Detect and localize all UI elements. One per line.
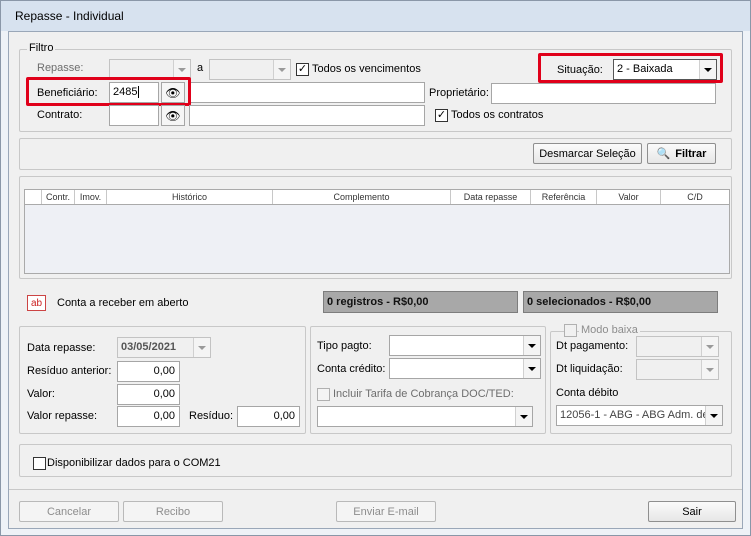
chevron-down-icon (273, 60, 290, 79)
sair-button[interactable]: Sair (648, 501, 736, 522)
beneficiario-name-input[interactable] (189, 82, 425, 103)
repasse-from-select[interactable] (109, 59, 191, 80)
ab-icon: ab (27, 295, 46, 311)
enviar-email-button[interactable]: Enviar E-mail (336, 501, 436, 522)
dt-pagamento-label: Dt pagamento: (556, 340, 629, 352)
window-title: Repasse - Individual (15, 9, 124, 23)
filtro-legend: Filtro (27, 42, 56, 54)
chevron-down-icon (523, 336, 540, 355)
a-label: a (197, 62, 204, 74)
situacao-select[interactable]: 2 - Baixada (613, 59, 717, 80)
todos-vencimentos-checkbox[interactable]: ✓ (296, 63, 309, 76)
col-select[interactable] (25, 190, 42, 204)
recibo-button[interactable]: Recibo (123, 501, 223, 522)
todos-vencimentos-label: Todos os vencimentos (312, 63, 421, 75)
chevron-down-icon (523, 359, 540, 378)
chevron-down-icon (699, 60, 716, 79)
registros-status: 0 registros - R$0,00 (323, 291, 518, 313)
conta-debito-label: Conta débito (556, 387, 619, 399)
modo-baixa-label: Modo baixa (579, 324, 640, 336)
cancelar-button[interactable]: Cancelar (19, 501, 119, 522)
col-valor[interactable]: Valor (597, 190, 661, 204)
filtrar-label: Filtrar (675, 147, 707, 160)
col-historico[interactable]: Histórico (107, 190, 273, 204)
contrato-label: Contrato: (37, 109, 83, 121)
col-cd[interactable]: C/D (661, 190, 729, 204)
residuo-input[interactable]: 0,00 (237, 406, 300, 427)
residuo-label: Resíduo: (189, 410, 234, 422)
col-data-repasse[interactable]: Data repasse (451, 190, 531, 204)
residuo-anterior-label: Resíduo anterior: (27, 365, 112, 377)
modo-baixa-checkbox[interactable] (564, 324, 577, 337)
chevron-down-icon (701, 360, 718, 379)
dt-liquidacao-select[interactable] (636, 359, 719, 380)
col-contr[interactable]: Contr. (42, 190, 75, 204)
col-imov[interactable]: Imov. (75, 190, 107, 204)
situacao-label: Situação: (557, 64, 603, 76)
dt-pagamento-select[interactable] (636, 336, 719, 357)
chevron-down-icon (701, 337, 718, 356)
incluir-tarifa-checkbox[interactable] (317, 388, 330, 401)
repasse-label: Repasse: (37, 62, 84, 74)
desmarcar-selecao-button[interactable]: Desmarcar Seleção (533, 143, 642, 164)
com21-checkbox[interactable] (33, 457, 46, 470)
tarifa-select[interactable] (317, 406, 533, 427)
filter-search-icon: 🔍 (656, 148, 671, 160)
chevron-down-icon (515, 407, 532, 426)
proprietario-label: Proprietário: (429, 87, 489, 99)
conta-credito-label: Conta crédito: (317, 363, 386, 375)
footer-divider (9, 489, 742, 490)
incluir-tarifa-label: Incluir Tarifa de Cobrança DOC/TED: (333, 388, 514, 400)
title-bar: Repasse - Individual (1, 1, 750, 31)
binoculars-icon: 👁 (165, 108, 181, 123)
valor-label: Valor: (27, 388, 55, 400)
proprietario-input[interactable] (491, 83, 716, 104)
valor-repasse-label: Valor repasse: (27, 410, 98, 422)
contrato-search-button[interactable]: 👁 (161, 105, 185, 126)
binoculars-icon: 👁 (165, 85, 181, 100)
conta-debito-select[interactable]: 12056-1 - ABG - ABG Adm. de (556, 405, 723, 426)
data-repasse-select[interactable]: 03/05/2021 (117, 337, 211, 358)
beneficiario-search-button[interactable]: 👁 (161, 82, 185, 103)
contrato-name-input[interactable] (189, 105, 425, 126)
filtrar-button[interactable]: 🔍 Filtrar (647, 143, 716, 164)
valor-repasse-input[interactable]: 0,00 (117, 406, 180, 427)
col-referencia[interactable]: Referência (531, 190, 597, 204)
contrato-code-input[interactable] (109, 105, 159, 126)
grid-header: Contr. Imov. Histórico Complemento Data … (24, 189, 730, 205)
residuo-anterior-input[interactable]: 0,00 (117, 361, 180, 382)
com21-label: Disponibilizar dados para o COM21 (47, 457, 221, 469)
selecionados-status: 0 selecionados - R$0,00 (523, 291, 718, 313)
chevron-down-icon (193, 338, 210, 357)
repasse-to-select[interactable] (209, 59, 291, 80)
tipo-pagto-label: Tipo pagto: (317, 340, 372, 352)
conta-receber-label: Conta a receber em aberto (57, 297, 189, 309)
data-repasse-label: Data repasse: (27, 342, 96, 354)
conta-credito-select[interactable] (389, 358, 541, 379)
beneficiario-code-input[interactable]: 2485 (109, 82, 159, 103)
valor-input[interactable]: 0,00 (117, 384, 180, 405)
chevron-down-icon (705, 406, 722, 425)
col-complemento[interactable]: Complemento (273, 190, 451, 204)
tipo-pagto-select[interactable] (389, 335, 541, 356)
dt-liquidacao-label: Dt liquidação: (556, 363, 623, 375)
todos-contratos-checkbox[interactable]: ✓ (435, 109, 448, 122)
repasse-window: Repasse - Individual Filtro Repasse: a ✓… (0, 0, 751, 536)
todos-contratos-label: Todos os contratos (451, 109, 544, 121)
beneficiario-label: Beneficiário: (37, 87, 98, 99)
chevron-down-icon (173, 60, 190, 79)
